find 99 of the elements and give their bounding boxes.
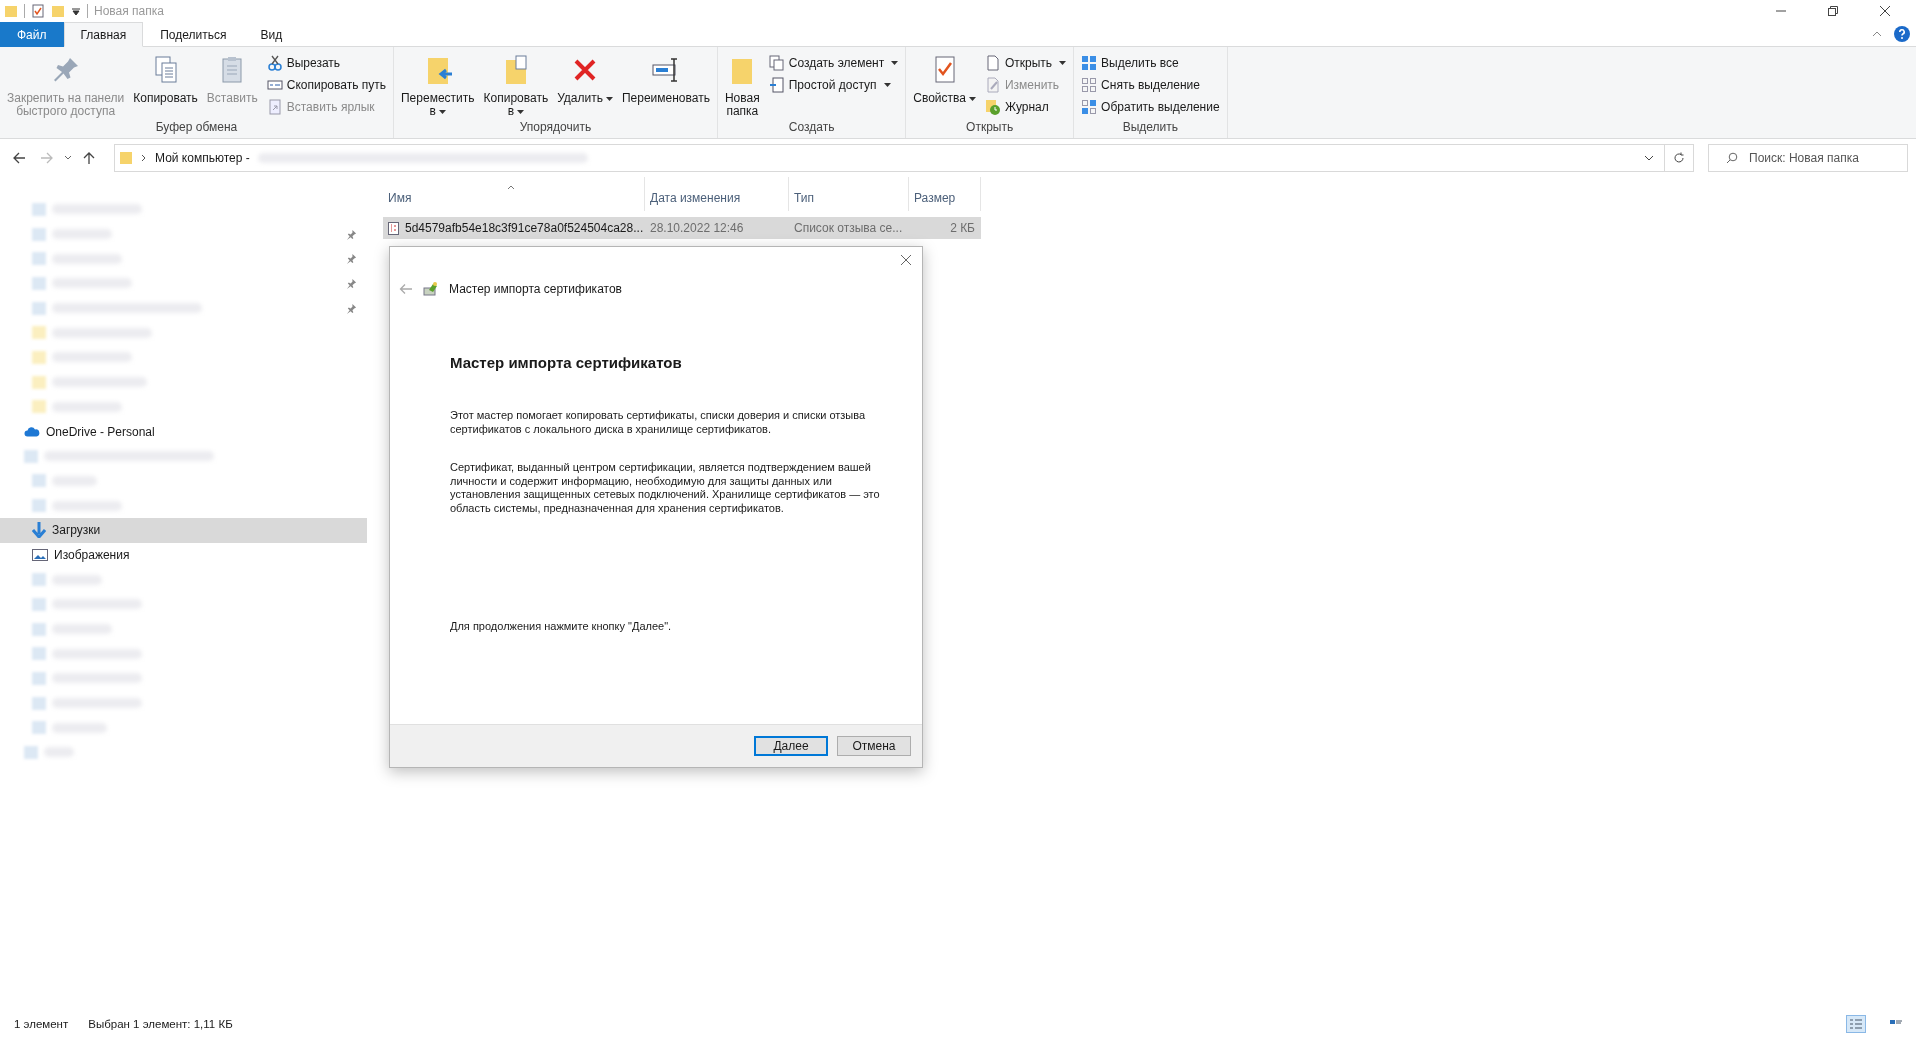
picture-icon — [32, 548, 48, 561]
invert-selection-icon — [1081, 99, 1098, 115]
easy-access-icon — [768, 77, 785, 93]
blurred-icon — [24, 745, 38, 759]
column-header[interactable]: Тип — [789, 177, 909, 211]
search-field[interactable]: Поиск: Новая папка — [1708, 144, 1908, 172]
blurred-icon — [32, 400, 46, 414]
blurred-icon — [32, 474, 46, 488]
cloud-icon — [24, 426, 40, 438]
download-arrow-icon — [32, 522, 46, 539]
restore-icon[interactable] — [1827, 5, 1839, 17]
select-none-icon — [1081, 77, 1098, 93]
ribbon-button[interactable]: Скопировать путь — [263, 74, 389, 96]
document-icon — [984, 55, 1001, 71]
ribbon-button[interactable]: Переименовать — [618, 50, 713, 120]
blurred-icon — [32, 573, 46, 587]
select-all-icon — [1081, 55, 1098, 71]
blurred-icon — [32, 499, 46, 513]
blurred-icon — [24, 449, 38, 463]
up-arrow-icon[interactable] — [82, 151, 96, 165]
sidebar-item[interactable]: Изображения — [0, 542, 367, 568]
sidebar-item[interactable]: Загрузки — [0, 517, 367, 543]
blurred-icon — [32, 301, 46, 315]
shortcut-icon — [266, 99, 283, 115]
address-bar[interactable]: Мой компьютер - — [114, 144, 1665, 172]
ribbon-button[interactable]: Копировать — [130, 50, 201, 120]
search-icon — [1726, 152, 1738, 164]
ribbon-button[interactable]: Создать элемент — [765, 52, 902, 74]
description-text: Сертификат, выданный центром сертификации, является подтверждением вашей личности и содержит информацию, необходимую для защиты данных или установления защищенных сетевых подключений. Хранилище сертификатов — это область системы, предназначенная для хранения сертификатов. — [450, 461, 881, 515]
dialog-title: Мастер импорта сертификатов — [449, 282, 622, 296]
collapse-ribbon-icon[interactable] — [1872, 29, 1882, 39]
back-arrow-icon[interactable] — [12, 151, 26, 165]
blurred-icon — [32, 671, 46, 685]
chevron-down-icon — [1644, 153, 1654, 163]
blurred-icon — [32, 326, 46, 340]
dialog-button[interactable]: Отмена — [837, 736, 911, 756]
blurred-icon — [32, 375, 46, 389]
edit-icon — [984, 77, 1001, 93]
ribbon-button[interactable]: Переместить в — [398, 50, 478, 120]
ribbon-button[interactable]: Снять выделение — [1078, 74, 1223, 96]
ribbon-group-label: Упорядочить — [518, 120, 593, 136]
certificate-file-icon — [388, 221, 399, 235]
chevron-down-icon[interactable] — [64, 154, 72, 162]
sidebar-item[interactable]: OneDrive - Personal — [0, 419, 367, 444]
ribbon-group-label: Создать — [787, 120, 836, 136]
status-text: Выбран 1 элемент: 1,11 КБ — [88, 1018, 233, 1030]
new-item-icon — [768, 55, 785, 71]
instruction-text: Для продолжения нажмите кнопку "Далее". — [450, 620, 673, 634]
ribbon-group-label: Буфер обмена — [154, 120, 239, 136]
ribbon-button[interactable]: Простой доступ — [765, 74, 902, 96]
column-header[interactable]: Размер — [909, 177, 981, 211]
blurred-icon — [32, 202, 46, 216]
chevron-right-icon — [141, 154, 147, 162]
sort-caret-icon — [507, 185, 515, 190]
help-icon[interactable] — [1894, 26, 1910, 42]
blurred-icon — [32, 276, 46, 290]
ribbon-button[interactable]: Открыть — [981, 52, 1070, 74]
path-icon — [266, 77, 283, 93]
ribbon-button[interactable]: Вырезать — [263, 52, 389, 74]
ribbon-tab[interactable]: Поделиться — [143, 22, 244, 47]
description-text: Этот мастер помогает копировать сертификаты, списки доверия и списки отзыва сертификатов с локального диска в хранилище сертификатов. — [450, 409, 867, 436]
close-icon[interactable] — [900, 254, 912, 266]
column-header[interactable]: Дата изменения — [645, 177, 789, 211]
properties-icon[interactable] — [31, 4, 45, 18]
ribbon-group-label: Открыть — [965, 120, 1015, 136]
blurred-icon — [32, 696, 46, 710]
blurred-icon — [32, 622, 46, 636]
file-tab[interactable]: Файл — [0, 22, 64, 47]
refresh-icon — [1673, 152, 1685, 164]
ribbon-button[interactable]: Свойства — [910, 50, 979, 120]
blurred-icon — [32, 252, 46, 266]
blurred-icon — [32, 597, 46, 611]
ribbon-group-label: Выделить — [1121, 120, 1180, 136]
certificate-icon — [423, 281, 439, 297]
ribbon-tab[interactable]: Вид — [243, 22, 300, 47]
ribbon-button[interactable]: Копировать в — [480, 50, 552, 120]
ribbon-button[interactable]: Удалить — [554, 50, 616, 120]
column-header[interactable]: Имя — [383, 177, 645, 211]
blurred-icon — [32, 721, 46, 735]
ribbon-button[interactable]: Выделить все — [1078, 52, 1223, 74]
wizard-heading: Мастер импорта сертификатов — [450, 354, 683, 371]
history-icon — [984, 99, 1001, 115]
blurred-icon — [32, 647, 46, 661]
blurred-icon — [32, 350, 46, 364]
refresh-button[interactable] — [1665, 144, 1694, 172]
ribbon-button[interactable]: Обратить выделение — [1078, 96, 1223, 118]
blurred-icon — [32, 227, 46, 241]
ribbon-tab[interactable]: Главная — [63, 22, 144, 47]
details-list-icon — [1849, 1018, 1863, 1030]
window-title: Новая папка — [94, 4, 164, 18]
scissors-icon — [266, 55, 283, 71]
file-row[interactable]: 5d4579afb54e18c3f91ce78a0f524504ca28... 28.10.2022 12:46 Список отзыва се... 2 КБ — [383, 217, 981, 239]
close-icon[interactable] — [1879, 5, 1891, 17]
caret-icon[interactable] — [71, 6, 81, 16]
ribbon-button[interactable]: Журнал — [981, 96, 1070, 118]
dialog-button[interactable]: Далее — [754, 736, 828, 756]
ribbon-button[interactable]: Новая папка — [721, 50, 763, 120]
folder-icon — [119, 151, 133, 165]
status-text: 1 элемент — [14, 1018, 69, 1030]
